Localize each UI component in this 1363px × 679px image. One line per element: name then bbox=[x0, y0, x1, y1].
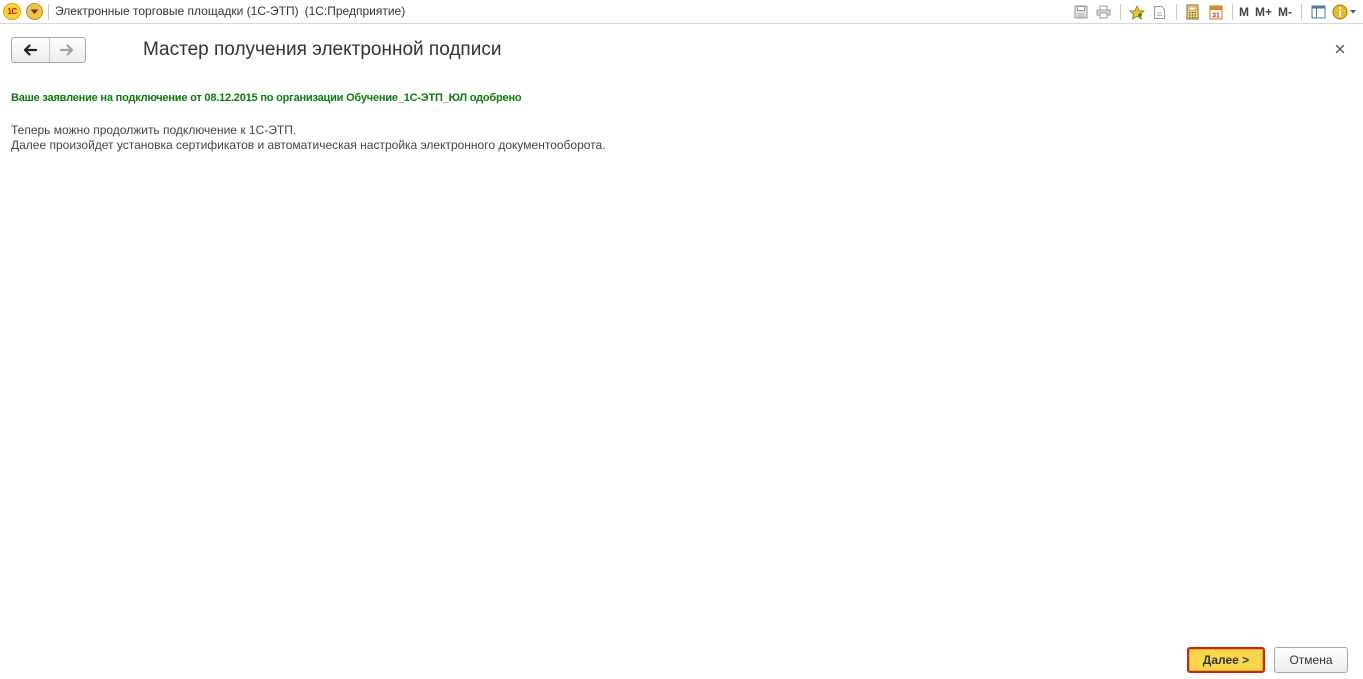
close-icon bbox=[1335, 44, 1345, 54]
toolbar-separator bbox=[1119, 4, 1121, 20]
save-button[interactable] bbox=[1071, 2, 1091, 22]
calendar-button[interactable]: 31 bbox=[1206, 2, 1226, 22]
arrow-right-icon bbox=[60, 44, 74, 56]
star-icon bbox=[1128, 4, 1145, 20]
arrow-left-icon bbox=[24, 44, 38, 56]
main-menu-button[interactable] bbox=[26, 3, 43, 20]
approval-status-text: Ваше заявление на подключение от 08.12.2… bbox=[11, 92, 522, 104]
forward-button[interactable] bbox=[48, 38, 86, 62]
save-icon bbox=[1074, 5, 1088, 19]
toolbar-separator bbox=[1175, 4, 1177, 20]
info-button[interactable] bbox=[1331, 2, 1359, 22]
document-link-icon bbox=[1154, 5, 1166, 19]
app-logo-icon[interactable]: 1С bbox=[3, 3, 21, 20]
panels-button[interactable] bbox=[1308, 2, 1328, 22]
toolbar-separator bbox=[1301, 4, 1302, 20]
system-toolbar: 31 M M+ M- bbox=[1068, 2, 1359, 22]
title-bar: 1С Электронные торговые площадки (1С-ЭТП… bbox=[0, 0, 1363, 24]
next-button[interactable]: Далее > bbox=[1187, 647, 1265, 673]
info-text-line-1: Теперь можно продолжить подключение к 1С… bbox=[11, 123, 297, 137]
calendar-day-text: 31 bbox=[1212, 13, 1220, 20]
info-icon bbox=[1332, 4, 1356, 20]
print-icon bbox=[1096, 5, 1111, 19]
form-title: Мастер получения электронной подписи bbox=[143, 39, 502, 60]
navigation-buttons bbox=[11, 37, 86, 63]
add-to-favorites-button[interactable] bbox=[1127, 2, 1147, 22]
toolbar-separator bbox=[1231, 4, 1233, 20]
cancel-button[interactable]: Отмена bbox=[1274, 647, 1348, 673]
memory-plus-button[interactable]: M+ bbox=[1252, 2, 1275, 22]
copy-link-button[interactable] bbox=[1150, 2, 1170, 22]
window-title-text: Электронные торговые площадки (1С-ЭТП) bbox=[55, 4, 299, 18]
info-text-line-2: Далее произойдет установка сертификатов … bbox=[11, 138, 606, 152]
window-subtitle-text: (1С:Предприятие) bbox=[304, 4, 406, 18]
calculator-icon bbox=[1186, 4, 1199, 20]
memory-button[interactable]: M bbox=[1236, 2, 1252, 22]
panels-icon bbox=[1311, 5, 1325, 19]
close-button[interactable] bbox=[1331, 40, 1349, 58]
window-title: Электронные торговые площадки (1С-ЭТП) (1… bbox=[55, 4, 405, 18]
chevron-down-icon bbox=[30, 9, 39, 14]
calendar-icon: 31 bbox=[1209, 5, 1223, 20]
print-button[interactable] bbox=[1094, 2, 1114, 22]
calculator-button[interactable] bbox=[1183, 2, 1203, 22]
memory-minus-button[interactable]: M- bbox=[1275, 2, 1295, 22]
title-separator bbox=[48, 4, 49, 20]
back-button[interactable] bbox=[12, 38, 49, 62]
